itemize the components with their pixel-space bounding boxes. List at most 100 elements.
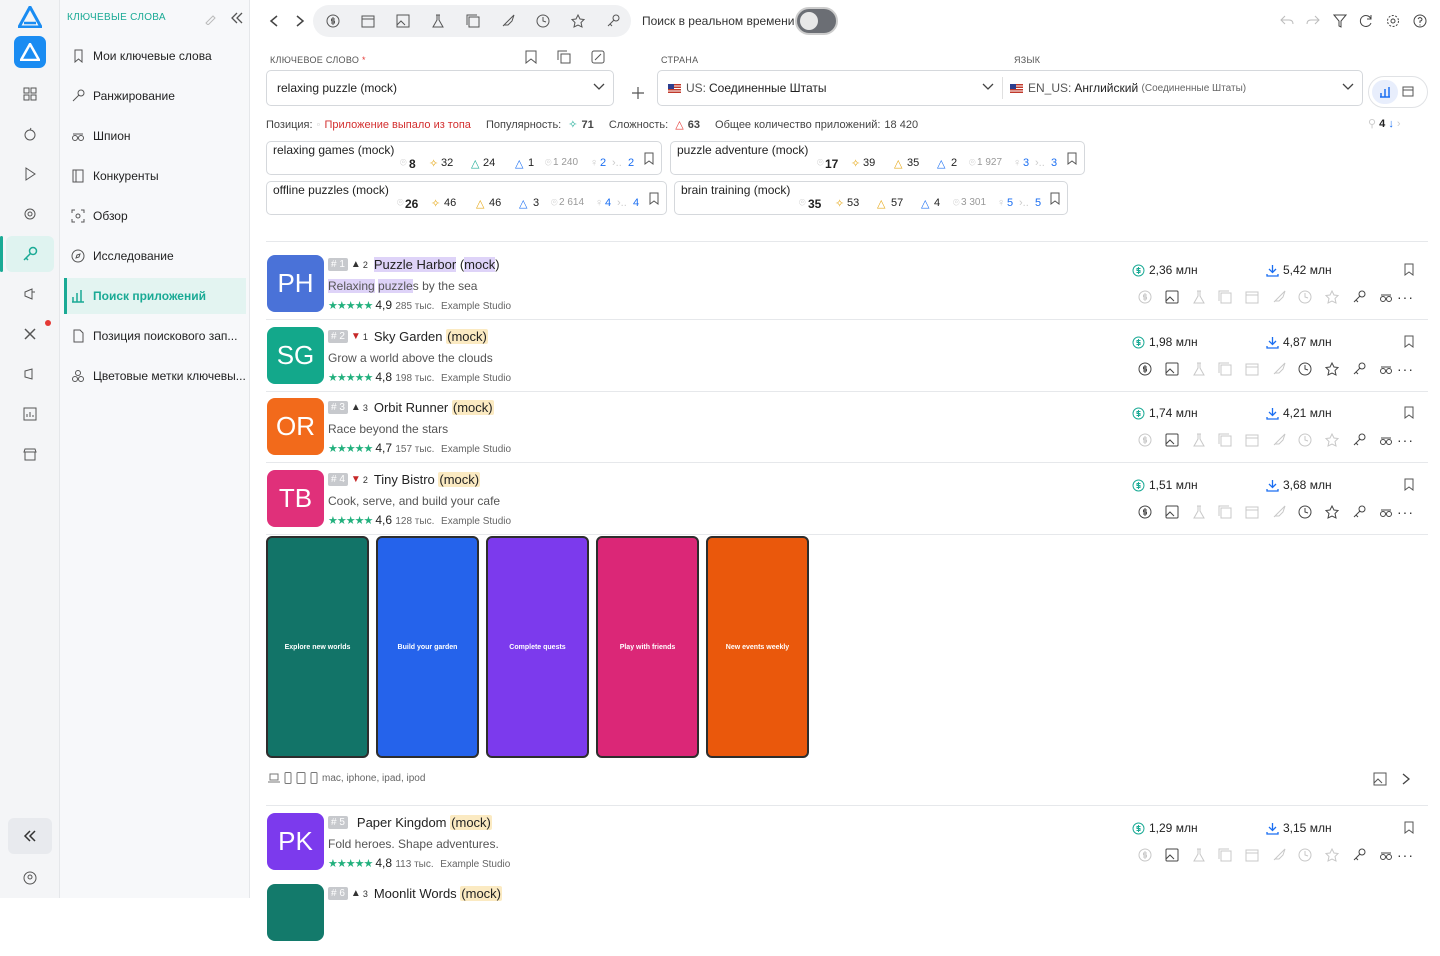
image-icon[interactable] — [393, 11, 413, 31]
related-keyword-chip[interactable]: offline puzzles (mock) ⌾ 26 ✧ 46 △ 46 △ 3 ⌾ 2… — [266, 181, 667, 215]
bookmark-icon[interactable] — [1404, 335, 1414, 348]
more-options-icon[interactable]: ··· — [1397, 432, 1414, 448]
dollar-icon[interactable] — [1132, 432, 1159, 448]
key-icon[interactable] — [1346, 504, 1373, 520]
apple-icon[interactable] — [20, 124, 40, 144]
redo-icon[interactable] — [1303, 11, 1323, 31]
app-screenshot[interactable]: Explore new worlds — [266, 536, 369, 758]
spy-icon[interactable] — [1372, 432, 1399, 448]
flask-icon[interactable] — [1185, 361, 1212, 377]
related-keyword-chip[interactable]: puzzle adventure (mock) ⌾ 17 ✧ 39 △ 35 △ 2 ⌾… — [670, 141, 1085, 175]
star-icon[interactable] — [568, 11, 588, 31]
bookmark-icon[interactable] — [1404, 406, 1414, 419]
spy-icon[interactable] — [1372, 361, 1399, 377]
rocket-icon[interactable] — [1265, 289, 1292, 305]
menu-item-research[interactable]: Исследование — [64, 238, 246, 274]
gallery-icon[interactable] — [1212, 504, 1239, 520]
related-keyword-chip[interactable]: relaxing games (mock) ⌾ 8 ✧ 32 △ 24 △ 1 ⌾ 1 2… — [266, 141, 662, 175]
app-screenshot[interactable]: New events weekly — [706, 536, 809, 758]
chevron-right-icon[interactable]: › — [1397, 118, 1401, 130]
image-icon[interactable] — [1159, 361, 1186, 377]
app-screenshot[interactable]: Complete quests — [486, 536, 589, 758]
more-options-icon[interactable]: ··· — [1397, 361, 1414, 377]
calendar-icon[interactable] — [1239, 432, 1266, 448]
image-icon[interactable] — [1159, 847, 1186, 863]
app-icon[interactable]: PH — [267, 255, 324, 312]
chevron-right-icon[interactable] — [1402, 773, 1410, 785]
more-options-icon[interactable]: ··· — [1397, 847, 1414, 863]
app-row[interactable]: SG # 2 ▼ 1 Sky Garden (mock) Grow a world a… — [266, 327, 1428, 399]
bookmark-keyword-icon[interactable] — [525, 50, 537, 64]
language-select[interactable]: EN_US: Английский (Соединенные Штаты) — [1003, 71, 1362, 105]
app-screenshot[interactable]: Build your garden — [376, 536, 479, 758]
store-icon[interactable] — [20, 444, 40, 464]
menu-item-overview[interactable]: Обзор — [64, 198, 246, 234]
edit-keyword-icon[interactable] — [591, 50, 605, 64]
clock-icon[interactable] — [1292, 504, 1319, 520]
clock-icon[interactable] — [533, 11, 553, 31]
key-icon[interactable] — [1346, 361, 1373, 377]
rocket-icon[interactable] — [498, 11, 518, 31]
app-title[interactable]: # 2 ▼ 1 Sky Garden (mock) — [328, 329, 488, 344]
app-row[interactable]: OR # 3 ▲ 3 Orbit Runner (mock) Race beyond … — [266, 398, 1428, 470]
app-icon[interactable]: OR — [267, 398, 324, 455]
app-row[interactable]: TB # 4 ▼ 2 Tiny Bistro (mock) Cook, serve, … — [266, 470, 1428, 542]
keywords-key-icon[interactable] — [0, 236, 54, 272]
help-icon[interactable] — [1410, 11, 1430, 31]
forward-icon[interactable] — [290, 11, 310, 31]
dollar-icon[interactable] — [1132, 504, 1159, 520]
app-icon[interactable] — [267, 884, 324, 941]
logo-icon[interactable] — [18, 6, 42, 28]
menu-item-competitors[interactable]: Конкуренты — [64, 158, 246, 194]
menu-item-color-tags[interactable]: Цветовые метки ключевы... — [64, 358, 246, 394]
dollar-icon[interactable] — [1132, 289, 1159, 305]
country-select[interactable]: US: Соединенные Штаты — [658, 71, 1002, 105]
campaign-icon[interactable] — [20, 364, 40, 384]
clock-icon[interactable] — [1292, 847, 1319, 863]
flask-icon[interactable] — [1185, 847, 1212, 863]
bookmark-icon[interactable] — [1404, 478, 1414, 491]
star-icon[interactable] — [1319, 361, 1346, 377]
radar-icon[interactable] — [20, 204, 40, 224]
clock-icon[interactable] — [1292, 361, 1319, 377]
calendar-icon[interactable] — [358, 11, 378, 31]
dollar-icon[interactable] — [1132, 847, 1159, 863]
bookmark-icon[interactable] — [644, 152, 654, 165]
menu-item-spy[interactable]: Шпион — [64, 118, 246, 154]
image-icon[interactable] — [1159, 504, 1186, 520]
rocket-icon[interactable] — [1265, 847, 1292, 863]
undo-icon[interactable] — [1277, 11, 1297, 31]
edit-icon[interactable] — [204, 13, 216, 25]
spy-icon[interactable] — [1372, 847, 1399, 863]
dollar-icon[interactable] — [323, 11, 343, 31]
star-icon[interactable] — [1319, 847, 1346, 863]
screenshot-gallery-icon[interactable] — [1373, 772, 1387, 786]
flask-icon[interactable] — [428, 11, 448, 31]
gallery-icon[interactable] — [1212, 432, 1239, 448]
filter-icon[interactable] — [1330, 11, 1350, 31]
gallery-icon[interactable] — [1212, 361, 1239, 377]
realtime-toggle[interactable] — [795, 7, 838, 35]
app-title[interactable]: # 4 ▼ 2 Tiny Bistro (mock) — [328, 472, 481, 487]
app-icon[interactable]: PK — [267, 813, 324, 870]
app-row[interactable]: # 6 ▲ 3 Moonlit Words (mock) — [266, 884, 1428, 956]
menu-item-app-search[interactable]: Поиск приложений — [64, 278, 246, 314]
menu-item-search-position[interactable]: Позиция поискового зап... — [64, 318, 246, 354]
clock-icon[interactable] — [1292, 289, 1319, 305]
settings-icon[interactable] — [1383, 11, 1403, 31]
flask-icon[interactable] — [1185, 504, 1212, 520]
bookmark-icon[interactable] — [1067, 152, 1077, 165]
megaphone-icon[interactable] — [20, 284, 40, 304]
collapse-menu-icon[interactable] — [231, 12, 243, 24]
key-icon[interactable] — [1346, 289, 1373, 305]
arrow-down-icon[interactable]: ↓ — [1388, 118, 1394, 130]
rocket-icon[interactable] — [1265, 504, 1292, 520]
menu-item-my-keywords[interactable]: Мои ключевые слова — [64, 38, 246, 74]
rocket-icon[interactable] — [1265, 361, 1292, 377]
tools-icon[interactable] — [20, 324, 40, 344]
app-screenshot[interactable]: Play with friends — [596, 536, 699, 758]
add-keyword-icon[interactable] — [631, 86, 645, 100]
image-icon[interactable] — [1159, 289, 1186, 305]
star-icon[interactable] — [1319, 504, 1346, 520]
spy-icon[interactable] — [1372, 504, 1399, 520]
